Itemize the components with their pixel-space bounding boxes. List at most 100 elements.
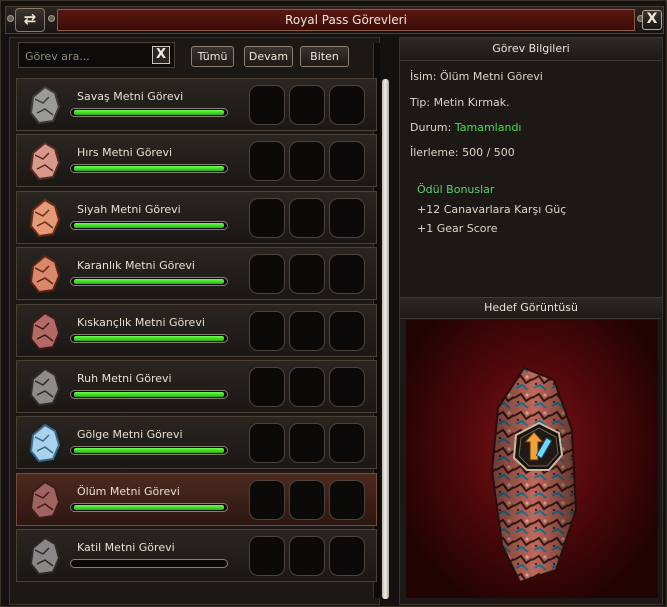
bonus-title: Ödül Bonuslar [417,183,495,196]
quest-row[interactable]: Siyah Metni Görevi [16,191,377,244]
refresh-icon: ⇄ [23,10,37,28]
quest-row[interactable]: Gölge Metni Görevi [16,416,377,469]
reward-slot[interactable] [329,311,365,351]
reward-slot[interactable] [249,423,285,463]
reward-slot[interactable] [329,198,365,238]
search-input[interactable] [23,46,153,66]
metin-stone-icon [29,311,61,351]
quest-name: Savaş Metni Görevi [77,90,184,103]
quest-progress-bar [70,221,228,230]
quest-progress-bar [70,277,228,286]
reward-slot[interactable] [249,480,285,520]
quest-progress-fill [74,110,224,115]
close-icon: X [646,11,658,27]
reward-slot[interactable] [329,480,365,520]
reward-slot[interactable] [289,367,325,407]
quest-name: Katil Metni Görevi [77,541,175,554]
metin-stone-icon [29,254,61,294]
quest-progress-bar [70,503,228,512]
quest-progress-bar [70,390,228,399]
quest-name: Kıskançlık Metni Görevi [77,316,205,329]
reward-slot[interactable] [329,536,365,576]
quest-progress-fill [74,392,224,397]
quest-name: Hırs Metni Görevi [77,146,173,159]
metin-stone-icon [29,367,61,407]
reward-slot[interactable] [329,85,365,125]
reward-slot[interactable] [249,311,285,351]
quest-type-line: Tip: Metin Kırmak. [410,96,510,109]
quest-progress-fill [74,448,224,453]
quest-progress-fill [74,336,224,341]
quest-row[interactable]: Savaş Metni Görevi [16,78,377,131]
reward-slot[interactable] [249,198,285,238]
bonus-line: +12 Canavarlara Karşı Güç [417,203,567,216]
reward-slot[interactable] [249,141,285,181]
quest-progress-bar [70,446,228,455]
quest-name: Karanlık Metni Görevi [77,259,195,272]
metin-stone-icon [29,480,61,520]
reward-slot[interactable] [289,85,325,125]
reward-slot[interactable] [249,254,285,294]
title-bar-rivet [48,15,55,22]
metin-stone-icon [29,198,61,238]
reward-slot[interactable] [329,254,365,294]
quest-name: Ruh Metni Görevi [77,372,172,385]
reward-slot[interactable] [289,141,325,181]
refresh-button[interactable]: ⇄ [15,8,45,32]
bonus-line: +1 Gear Score [417,222,498,235]
quest-progress-bar [70,559,228,568]
close-button[interactable]: X [642,10,662,30]
preview-header: Hedef Görüntüsü [400,297,662,319]
quest-progress-fill [74,166,224,171]
quest-row[interactable]: Kıskançlık Metni Görevi [16,304,377,357]
window-title: Royal Pass Görevleri [57,9,635,31]
reward-slot[interactable] [289,423,325,463]
metin-stone-image [490,366,578,584]
quest-status-line: Durum: Tamamlandı [410,121,521,134]
close-icon: X [155,47,167,62]
reward-slot[interactable] [289,480,325,520]
metin-stone-icon [29,536,61,576]
reward-slot[interactable] [289,311,325,351]
metin-stone-icon [29,423,61,463]
filter-all-button[interactable]: Tümü [191,46,234,67]
search-box: X [18,42,175,68]
quest-progress-fill [74,223,224,228]
quest-name-line: İsim: Ölüm Metni Görevi [410,70,543,83]
quest-progress-fill [74,505,224,510]
quest-progress-bar [70,334,228,343]
details-header: Görev Bilgileri [400,38,662,61]
reward-slot[interactable] [329,423,365,463]
filter-ongoing-button[interactable]: Devam [244,46,293,67]
metin-stone-icon [29,141,61,181]
quest-name: Ölüm Metni Görevi [77,485,180,498]
reward-slot[interactable] [329,367,365,407]
quest-row[interactable]: Ruh Metni Görevi [16,360,377,413]
quest-row[interactable]: Hırs Metni Görevi [16,134,377,187]
quest-progress-line: İlerleme: 500 / 500 [410,146,515,159]
target-preview [406,320,658,598]
quest-progress-bar [70,164,228,173]
clear-search-button[interactable]: X [152,46,170,64]
metin-stone-icon [29,85,61,125]
quest-list-scroll-thumb[interactable] [382,79,389,599]
filter-finished-button[interactable]: Biten [300,46,349,67]
quest-details-panel: Görev Bilgileri İsim: Ölüm Metni Görevi … [399,37,663,605]
quest-row[interactable]: Karanlık Metni Görevi [16,247,377,300]
title-bar-rivet [7,15,14,22]
reward-slot[interactable] [329,141,365,181]
reward-slot[interactable] [289,254,325,294]
quest-progress-fill [74,279,224,284]
reward-slot[interactable] [249,367,285,407]
quest-row[interactable]: Ölüm Metni Görevi [16,473,377,526]
reward-slot[interactable] [249,85,285,125]
quest-name: Gölge Metni Görevi [77,428,183,441]
royal-pass-window: ⇄ Royal Pass Görevleri X X Tümü Devam Bi… [0,0,667,607]
reward-slot[interactable] [289,198,325,238]
status-label: Durum: [410,121,452,134]
quest-progress-bar [70,108,228,117]
quest-row[interactable]: Katil Metni Görevi [16,529,377,582]
reward-slot[interactable] [289,536,325,576]
status-value: Tamamlandı [454,121,522,134]
reward-slot[interactable] [249,536,285,576]
